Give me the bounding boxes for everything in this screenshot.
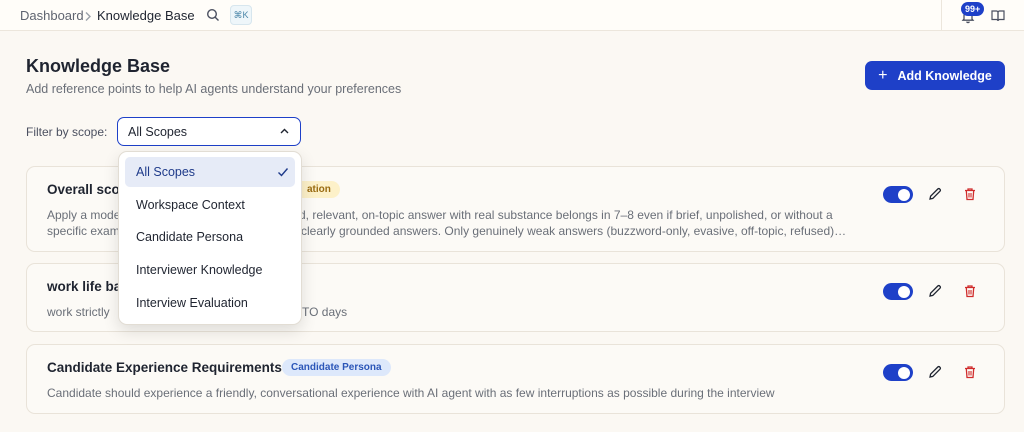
card-description: Candidate should experience a friendly, …	[47, 386, 775, 400]
scope-dropdown-menu: All Scopes Workspace Context Candidate P…	[118, 151, 302, 325]
notification-count-badge: 99+	[961, 2, 985, 16]
edit-pencil-icon[interactable]	[927, 186, 943, 202]
add-knowledge-label: Add Knowledge	[897, 68, 992, 83]
edit-pencil-icon[interactable]	[927, 364, 943, 380]
chevron-up-icon	[279, 126, 290, 137]
breadcrumb-separator-icon	[84, 9, 92, 27]
scope-filter-select[interactable]: All Scopes	[117, 117, 301, 146]
scope-badge: Candidate Persona	[282, 359, 391, 376]
plus-icon: +	[878, 66, 888, 84]
breadcrumb-dashboard[interactable]: Dashboard	[20, 8, 84, 23]
scope-filter-value: All Scopes	[128, 124, 188, 139]
enable-toggle[interactable]	[883, 186, 913, 203]
knowledge-card: Candidate Experience Requirements Candid…	[26, 344, 1005, 414]
edit-pencil-icon[interactable]	[927, 283, 943, 299]
breadcrumb-current: Knowledge Base	[97, 8, 195, 23]
search-icon[interactable]	[206, 8, 220, 22]
check-icon	[277, 166, 289, 178]
enable-toggle[interactable]	[883, 283, 913, 300]
top-divider	[941, 0, 942, 31]
scope-option-interviewer-knowledge[interactable]: Interviewer Knowledge	[125, 255, 295, 285]
delete-trash-icon[interactable]	[962, 283, 978, 299]
card-title: work life ba	[47, 279, 122, 294]
enable-toggle[interactable]	[883, 364, 913, 381]
page-title: Knowledge Base	[26, 56, 171, 76]
card-title: Overall sco	[47, 182, 120, 197]
scope-option-candidate-persona[interactable]: Candidate Persona	[125, 222, 295, 252]
scope-option-all[interactable]: All Scopes	[125, 157, 295, 187]
card-title: Candidate Experience Requirements	[47, 360, 282, 375]
delete-trash-icon[interactable]	[962, 364, 978, 380]
docs-book-icon[interactable]	[991, 9, 1005, 22]
scope-option-workspace-context[interactable]: Workspace Context	[125, 190, 295, 220]
shortcut-hint: ⌘K	[230, 5, 252, 25]
filter-label: Filter by scope:	[26, 125, 108, 139]
add-knowledge-button[interactable]: + Add Knowledge	[865, 61, 1005, 90]
delete-trash-icon[interactable]	[962, 186, 978, 202]
top-bar: Dashboard Knowledge Base ⌘K 99+	[0, 0, 1024, 31]
scope-option-interview-evaluation[interactable]: Interview Evaluation	[125, 288, 295, 318]
page-subtitle: Add reference points to help AI agents u…	[26, 82, 402, 96]
